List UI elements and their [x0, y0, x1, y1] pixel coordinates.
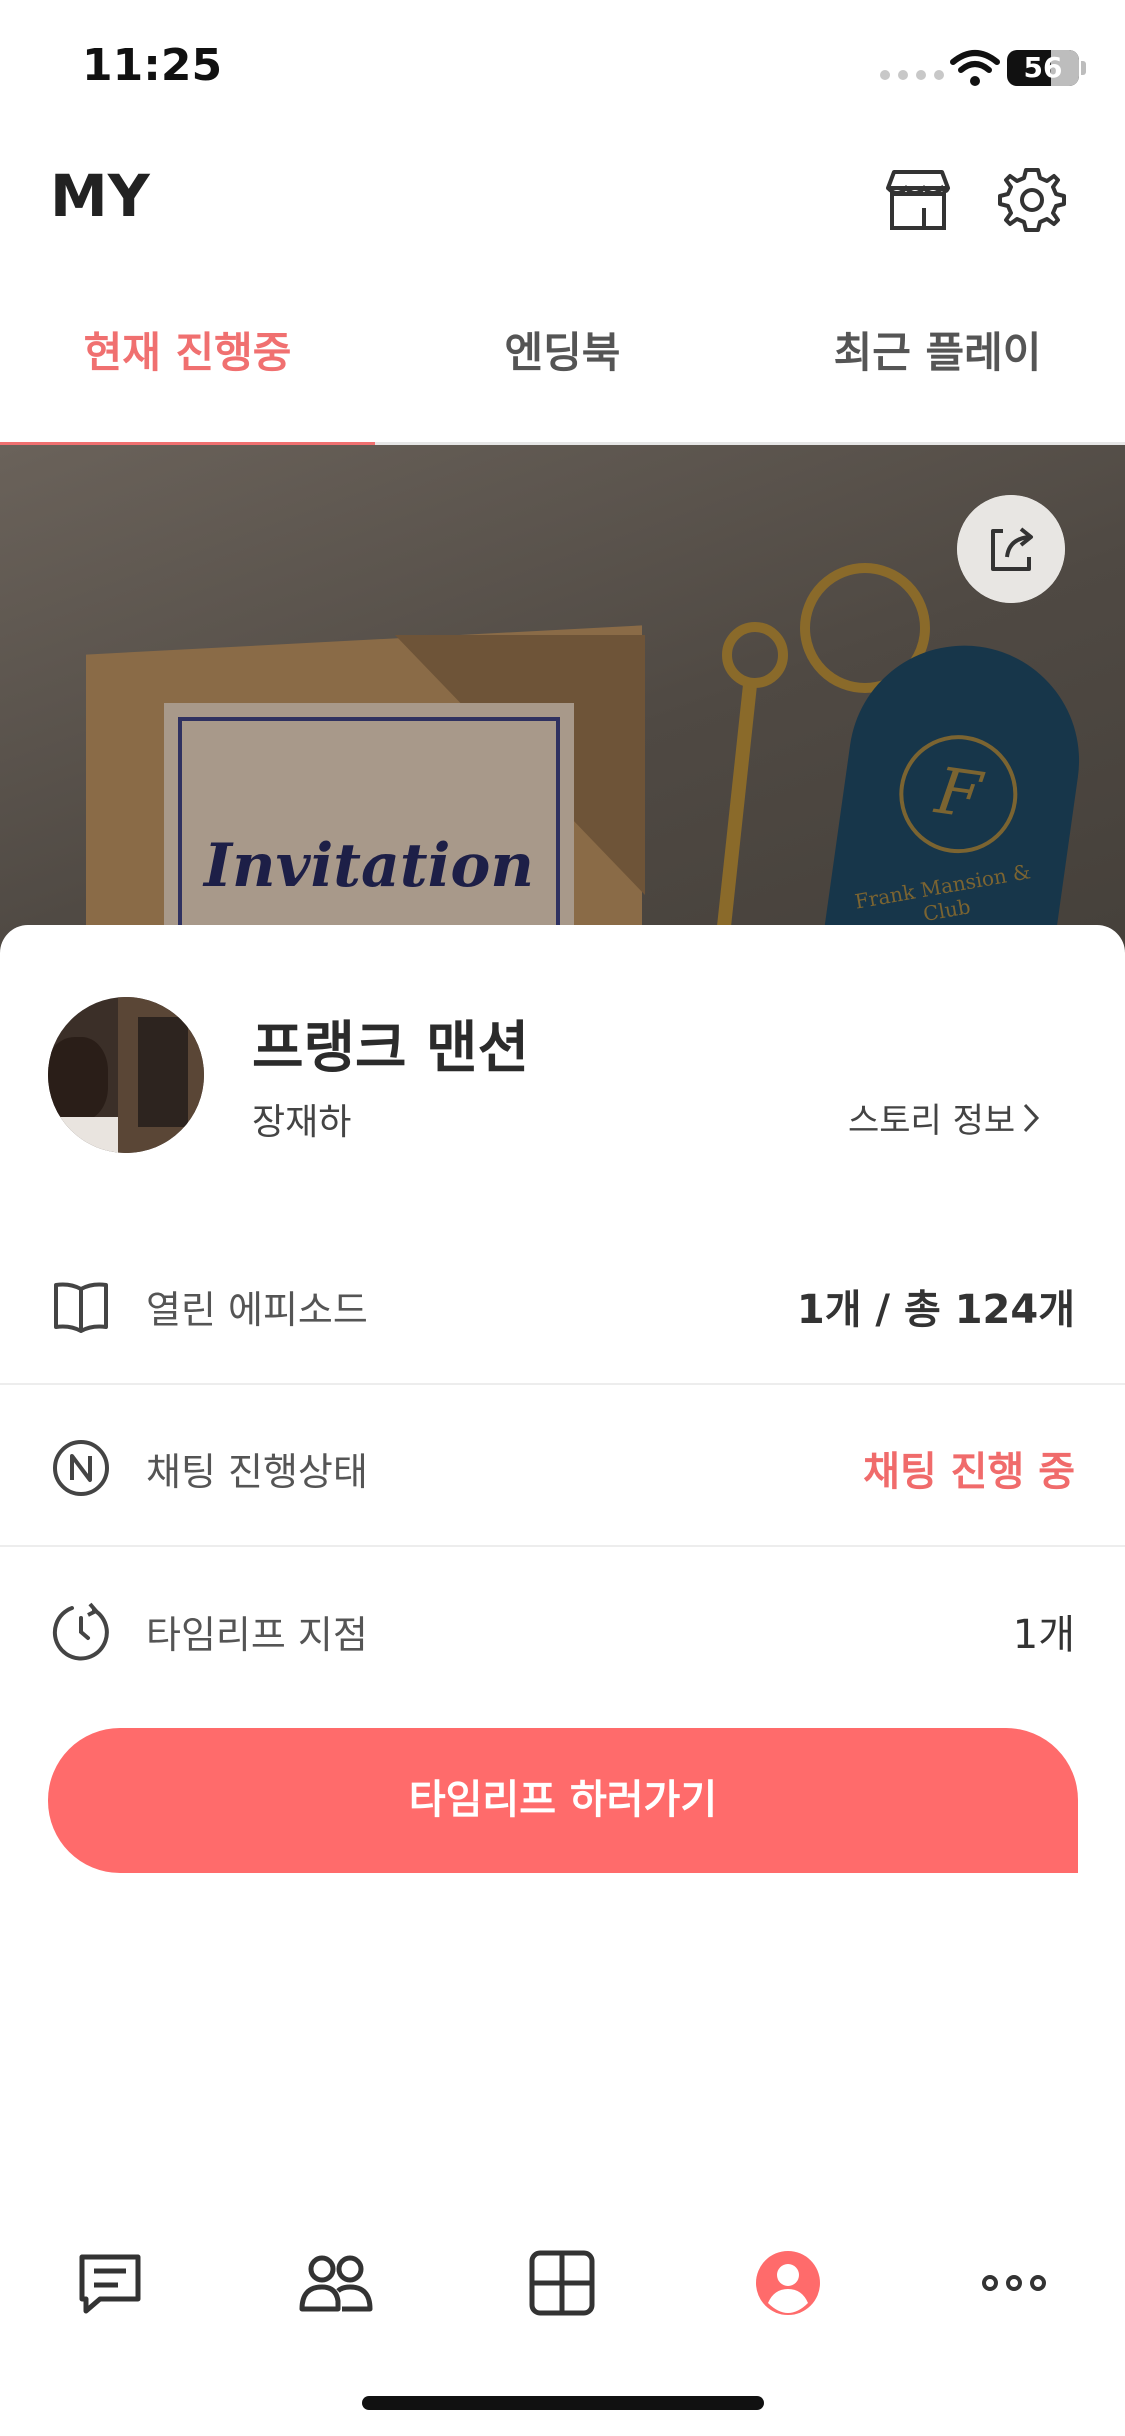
- book-icon: [54, 1282, 108, 1333]
- divider: [0, 1545, 1125, 1547]
- more-icon[interactable]: [976, 2245, 1052, 2321]
- character-avatar: [48, 997, 204, 1153]
- stat-value: 1개 / 총 124개: [796, 1287, 1075, 1333]
- story-info-link[interactable]: 스토리 정보: [848, 1093, 1041, 1142]
- story-info-label: 스토리 정보: [848, 1101, 1016, 1141]
- tab-recent-play[interactable]: 최근 플레이: [750, 290, 1125, 445]
- story-title: 프랭크 맨션: [252, 1016, 530, 1081]
- timer-icon: [52, 1602, 109, 1661]
- tab-bar: 현재 진행중 엔딩북 최근 플레이: [0, 290, 1125, 448]
- gear-icon[interactable]: [994, 162, 1070, 238]
- cellular-signal-icon: [880, 70, 944, 80]
- key-tag-emblem: F: [891, 727, 1025, 861]
- tab-current-label: 현재 진행중: [83, 328, 292, 377]
- story-detail-sheet: 프랭크 맨션 장재하 스토리 정보 열린 에피소드 1개 / 총 124개 채팅…: [0, 925, 1125, 2436]
- stat-value: 1개: [1012, 1612, 1075, 1658]
- home-indicator[interactable]: [362, 2396, 764, 2410]
- header: MY: [0, 140, 1125, 260]
- key-icon: [704, 622, 788, 975]
- chevron-right-icon: [1024, 1103, 1040, 1132]
- divider: [0, 1383, 1125, 1385]
- stat-row-chat-status: 채팅 진행상태 채팅 진행 중: [0, 1387, 1125, 1547]
- grid-icon[interactable]: [524, 2245, 600, 2321]
- status-time: 11:25: [82, 40, 223, 91]
- store-icon[interactable]: [880, 162, 956, 238]
- n-circle-icon: [53, 1440, 109, 1496]
- stat-label: 열린 에피소드: [146, 1288, 368, 1332]
- invitation-text: Invitation: [203, 831, 535, 901]
- tab-ending-book-label: 엔딩북: [504, 328, 621, 377]
- share-icon[interactable]: [957, 495, 1065, 603]
- chat-status-value: 채팅 진행 중: [863, 1449, 1075, 1495]
- tab-ending-book[interactable]: 엔딩북: [375, 290, 750, 445]
- battery-tip: [1081, 61, 1086, 75]
- story-author: 장재하: [252, 1102, 352, 1143]
- wifi-icon: [950, 50, 1000, 86]
- stat-label: 타임리프 지점: [146, 1613, 368, 1657]
- battery-icon: 56: [1007, 50, 1079, 86]
- battery-level: 56: [1023, 51, 1063, 84]
- chat-icon[interactable]: [72, 2245, 148, 2321]
- tab-recent-play-label: 최근 플레이: [833, 328, 1042, 377]
- bottom-nav: [0, 2225, 1125, 2335]
- profile-icon[interactable]: [750, 2245, 826, 2321]
- story-cover-image: Invitation F Frank Mansion & Club 207: [0, 445, 1125, 975]
- status-bar: 11:25 56: [0, 0, 1125, 140]
- stat-row-episodes: 열린 에피소드 1개 / 총 124개: [0, 1225, 1125, 1385]
- timeleap-button[interactable]: 타임리프 하러가기: [48, 1728, 1078, 1873]
- stat-row-timeleap: 타임리프 지점 1개: [0, 1550, 1125, 1710]
- stat-label: 채팅 진행상태: [146, 1450, 368, 1494]
- page-title: MY: [50, 162, 150, 230]
- tab-current[interactable]: 현재 진행중: [0, 290, 375, 448]
- friends-icon[interactable]: [298, 2245, 374, 2321]
